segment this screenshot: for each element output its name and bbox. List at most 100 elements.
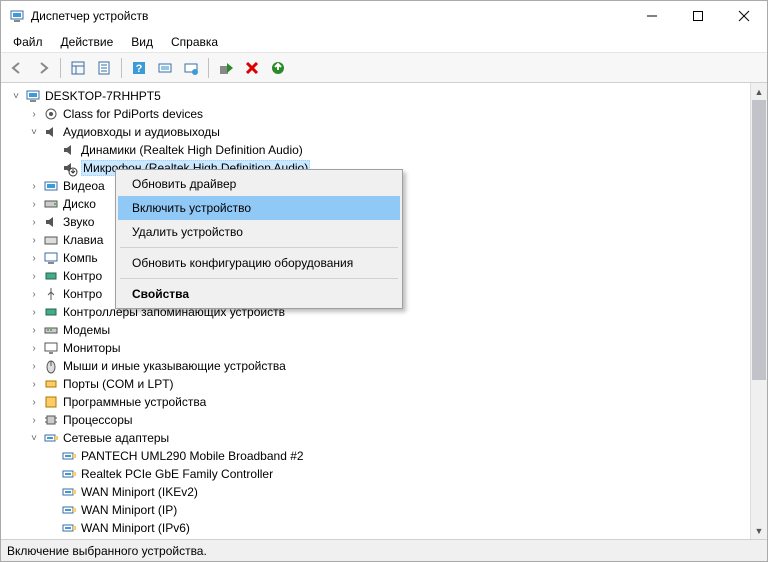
tree-label: Диско <box>63 197 96 211</box>
network-adapter-icon <box>61 466 77 482</box>
tree-label: WAN Miniport (IPv6) <box>81 521 190 535</box>
menu-view[interactable]: Вид <box>123 33 161 51</box>
expand-icon[interactable]: › <box>27 233 41 247</box>
expand-icon[interactable]: › <box>27 269 41 283</box>
storage-controller-icon <box>43 304 59 320</box>
microphone-disabled-icon <box>61 160 77 176</box>
expand-icon[interactable]: › <box>27 215 41 229</box>
vertical-scrollbar[interactable]: ▲ ▼ <box>750 83 767 539</box>
menubar: Файл Действие Вид Справка <box>1 31 767 53</box>
tree-label: Модемы <box>63 323 110 337</box>
expand-icon[interactable]: › <box>27 377 41 391</box>
collapse-icon[interactable]: ˅ <box>9 89 23 103</box>
expand-icon[interactable]: › <box>27 197 41 211</box>
tree-category[interactable]: ›Программные устройства <box>5 393 750 411</box>
expand-icon[interactable]: › <box>27 251 41 265</box>
tree-category[interactable]: › Мыши и иные указывающие устройства <box>5 357 750 375</box>
enable-device-button[interactable] <box>214 56 238 80</box>
maximize-button[interactable] <box>675 1 721 31</box>
tree-root[interactable]: ˅ DESKTOP-7RHHPT5 <box>5 87 750 105</box>
ctx-scan-hardware[interactable]: Обновить конфигурацию оборудования <box>118 251 400 275</box>
ctx-update-driver[interactable]: Обновить драйвер <box>118 172 400 196</box>
menu-help[interactable]: Справка <box>163 33 226 51</box>
tree-label: DESKTOP-7RHHPT5 <box>45 89 161 103</box>
expand-icon[interactable]: › <box>27 341 41 355</box>
help-button[interactable]: ? <box>127 56 151 80</box>
software-device-icon <box>43 394 59 410</box>
toolbar-separator <box>208 58 209 78</box>
tree-label: Мониторы <box>63 341 120 355</box>
toolbar: ? <box>1 53 767 83</box>
tree-device[interactable]: Realtek PCIe GbE Family Controller <box>5 465 750 483</box>
toolbar-separator <box>121 58 122 78</box>
tree-category[interactable]: › Порты (COM и LPT) <box>5 375 750 393</box>
tree-label: Мыши и иные указывающие устройства <box>63 359 286 373</box>
controller-icon <box>43 268 59 284</box>
pdiport-icon <box>43 106 59 122</box>
tree-device[interactable]: PANTECH UML290 Mobile Broadband #2 <box>5 447 750 465</box>
properties-button[interactable] <box>92 56 116 80</box>
network-adapter-icon <box>43 430 59 446</box>
ctx-separator <box>120 247 398 248</box>
tree-category[interactable]: › Мониторы <box>5 339 750 357</box>
tree-device[interactable]: WAN Miniport (IP) <box>5 501 750 519</box>
back-button[interactable] <box>5 56 29 80</box>
expand-icon[interactable]: › <box>27 395 41 409</box>
tree-device[interactable]: WAN Miniport (IKEv2) <box>5 483 750 501</box>
content-area: ˅ DESKTOP-7RHHPT5 › Class for PdiPorts d… <box>1 83 767 539</box>
expand-icon[interactable]: › <box>27 107 41 121</box>
network-adapter-icon <box>61 538 77 539</box>
expand-icon[interactable]: › <box>27 359 41 373</box>
tree-label: WAN Miniport (IKEv2) <box>81 485 198 499</box>
tree-label: Компь <box>63 251 98 265</box>
menu-action[interactable]: Действие <box>53 33 122 51</box>
expand-icon[interactable]: › <box>27 287 41 301</box>
disk-icon <box>43 196 59 212</box>
menu-file[interactable]: Файл <box>5 33 51 51</box>
tree-category[interactable]: ›Процессоры <box>5 411 750 429</box>
scroll-up-icon[interactable]: ▲ <box>751 83 767 100</box>
tree-category-audio[interactable]: ˅ Аудиовходы и аудиовыходы <box>5 123 750 141</box>
show-hide-console-button[interactable] <box>66 56 90 80</box>
expand-icon[interactable]: › <box>27 179 41 193</box>
ctx-uninstall-device[interactable]: Удалить устройство <box>118 220 400 244</box>
tree-category[interactable]: › Class for PdiPorts devices <box>5 105 750 123</box>
keyboard-icon <box>43 232 59 248</box>
tree-category[interactable]: › Модемы <box>5 321 750 339</box>
ctx-enable-device[interactable]: Включить устройство <box>118 196 400 220</box>
expand-icon[interactable]: › <box>27 305 41 319</box>
speaker-icon <box>61 142 77 158</box>
network-adapter-icon <box>61 502 77 518</box>
toolbar-separator <box>60 58 61 78</box>
expand-icon[interactable]: › <box>27 413 41 427</box>
tree-device[interactable]: WAN Miniport (IPv6) <box>5 519 750 537</box>
usb-icon <box>43 286 59 302</box>
window-title: Диспетчер устройств <box>31 9 629 23</box>
tree-label: Видеоа <box>63 179 105 193</box>
statusbar: Включение выбранного устройства. <box>1 539 767 561</box>
collapse-icon[interactable]: ˅ <box>27 431 41 445</box>
tree-label: Порты (COM и LPT) <box>63 377 174 391</box>
forward-button[interactable] <box>31 56 55 80</box>
ctx-properties[interactable]: Свойства <box>118 282 400 306</box>
device-tree[interactable]: ˅ DESKTOP-7RHHPT5 › Class for PdiPorts d… <box>1 83 750 539</box>
close-button[interactable] <box>721 1 767 31</box>
scroll-down-icon[interactable]: ▼ <box>751 522 767 539</box>
status-text: Включение выбранного устройства. <box>7 544 207 558</box>
mouse-icon <box>43 358 59 374</box>
tree-device[interactable]: WAN Miniport (L2TP) <box>5 537 750 539</box>
expand-icon[interactable]: › <box>27 323 41 337</box>
scroll-thumb[interactable] <box>752 100 766 380</box>
uninstall-device-button[interactable] <box>240 56 264 80</box>
collapse-icon[interactable]: ˅ <box>27 125 41 139</box>
network-adapter-icon <box>61 484 77 500</box>
scan-hardware-button[interactable] <box>153 56 177 80</box>
update-driver-button[interactable] <box>179 56 203 80</box>
minimize-button[interactable] <box>629 1 675 31</box>
scan-changes-button[interactable] <box>266 56 290 80</box>
tree-label: Realtek PCIe GbE Family Controller <box>81 467 273 481</box>
tree-device-speakers[interactable]: Динамики (Realtek High Definition Audio) <box>5 141 750 159</box>
tree-category-network[interactable]: ˅ Сетевые адаптеры <box>5 429 750 447</box>
tree-label: Контро <box>63 287 102 301</box>
tree-label: Динамики (Realtek High Definition Audio) <box>81 143 303 157</box>
